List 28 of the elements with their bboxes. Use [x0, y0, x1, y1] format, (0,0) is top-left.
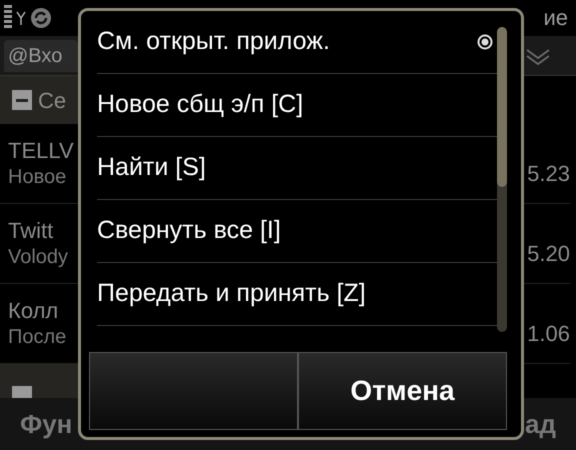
signal-icon [4, 5, 12, 31]
menu-item[interactable]: Новое сбщ э/п [C] [97, 86, 304, 124]
radio-icon [477, 34, 493, 50]
status-title: ие [543, 7, 568, 29]
message-sender: Колл [8, 297, 60, 325]
message-time: 1.06 [527, 320, 570, 348]
message-time: 5.23 [527, 160, 570, 188]
menu-item[interactable]: Найти [S] [97, 149, 206, 187]
cancel-button[interactable]: Отмена [298, 352, 507, 430]
message-time: 5.20 [527, 240, 570, 268]
options-softkey[interactable]: Фун [20, 404, 72, 444]
menu-item[interactable]: См. открыт. прилож. [97, 23, 330, 61]
collapse-icon[interactable] [12, 90, 32, 110]
blank-softkey-button[interactable] [89, 352, 298, 430]
message-sender: Twitt [8, 217, 54, 245]
back-softkey[interactable]: ад [525, 404, 556, 444]
sync-icon [30, 7, 52, 29]
message-preview: Volody [8, 244, 68, 270]
message-sender: TELLV [8, 137, 74, 165]
scrollbar[interactable] [497, 27, 507, 332]
message-preview: Новое [8, 164, 68, 190]
menu-item[interactable]: Свернуть все [I] [97, 212, 281, 250]
section-header: Се [38, 86, 66, 114]
antenna-icon [16, 11, 26, 25]
section-box-icon [12, 386, 32, 398]
menu-item[interactable]: Передать и принять [Z] [97, 275, 366, 313]
message-preview: После [8, 324, 66, 350]
folder-tab[interactable]: @Вхо [4, 40, 78, 72]
